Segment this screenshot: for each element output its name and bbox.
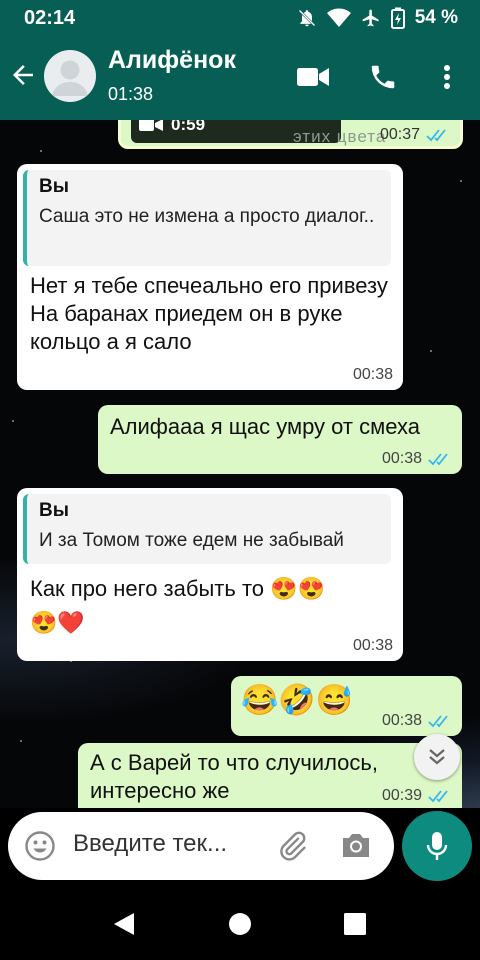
back-button[interactable]: [8, 60, 42, 94]
emoji-icon: [25, 831, 55, 861]
contact-name[interactable]: Алифёнок: [108, 46, 236, 75]
message-time: 00:38: [381, 450, 422, 467]
chat-messages[interactable]: 0:59 этих цвета 00:37 Вы Саша это не изм…: [0, 120, 480, 808]
message-time: 00:38: [381, 712, 422, 729]
message-bubble-outgoing[interactable]: Алифааа я щас умру от смеха 00:38: [98, 405, 462, 474]
avatar-placeholder-icon: [52, 60, 88, 96]
video-call-button[interactable]: [296, 62, 330, 96]
message-text: Нет я тебе спечеально его привезу На бар…: [30, 273, 388, 354]
double-chevron-down-icon: [429, 749, 445, 765]
message-bubble-outgoing[interactable]: А с Варей то что случилось, интересно же…: [78, 743, 462, 808]
status-bar: 02:14 54 %: [0, 0, 480, 38]
emoji-button[interactable]: [24, 830, 56, 866]
quote-text: И за Томом тоже едем не забывай: [39, 530, 344, 551]
message-meta: 00:38: [353, 366, 393, 384]
video-icon: [139, 120, 163, 138]
mute-bell-icon: [297, 8, 317, 28]
message-time: 00:37: [379, 126, 420, 143]
status-icons: 54 %: [297, 7, 458, 29]
read-ticks-icon: [428, 714, 452, 728]
message-meta: 00:39: [382, 787, 452, 805]
status-time: 02:14: [24, 7, 76, 29]
mic-icon: [426, 832, 448, 860]
nav-back-button[interactable]: [112, 912, 136, 940]
back-arrow-icon: [8, 65, 38, 94]
quoted-message[interactable]: Вы И за Томом тоже едем не забывай: [23, 494, 391, 564]
nav-recents-button[interactable]: [344, 913, 366, 939]
message-time: 00:38: [352, 637, 393, 654]
scroll-to-bottom-button[interactable]: [414, 734, 460, 780]
message-bubble-incoming[interactable]: Вы И за Томом тоже едем не забывай Как п…: [17, 488, 403, 661]
message-bubble-outgoing[interactable]: 😂🤣😅 00:38: [231, 676, 462, 736]
nav-recents-icon: [344, 913, 366, 935]
message-bubble-outgoing[interactable]: 0:59 этих цвета 00:37: [118, 120, 463, 149]
wifi-icon: [326, 8, 351, 28]
more-vert-icon: [444, 65, 450, 89]
message-time: 00:39: [381, 787, 422, 804]
camera-button[interactable]: [340, 830, 372, 864]
message-meta: 00:37: [380, 126, 450, 144]
battery-percent: 54 %: [414, 7, 458, 28]
voice-record-button[interactable]: [402, 811, 472, 881]
voice-call-button[interactable]: [368, 62, 398, 96]
camera-icon: [343, 834, 369, 857]
contact-last-seen: 01:38: [108, 84, 154, 104]
video-call-icon: [297, 68, 329, 86]
airplane-icon: [361, 8, 381, 28]
quote-text: Саша это не измена а просто диалог..: [39, 206, 375, 227]
attach-icon: [280, 831, 306, 861]
message-meta: 00:38: [353, 637, 393, 655]
message-text: Как про него забыть то 😍😍 😍❤️: [30, 576, 325, 635]
read-ticks-icon: [426, 128, 450, 142]
nav-home-button[interactable]: [229, 913, 251, 939]
read-ticks-icon: [428, 452, 452, 466]
caption-fragment: этих цвета: [293, 127, 387, 146]
voice-duration: 0:59: [171, 120, 206, 134]
chat-header: Алифёнок 01:38: [0, 38, 480, 120]
more-options-button[interactable]: [437, 62, 457, 96]
message-text: Алифааа я щас умру от смеха: [110, 414, 420, 439]
voice-call-icon: [371, 65, 395, 89]
quoted-message[interactable]: Вы Саша это не измена а просто диалог..: [23, 170, 391, 266]
read-ticks-icon: [428, 789, 452, 803]
message-input-bar: Введите тек...: [8, 812, 394, 880]
battery-charging-icon: [390, 7, 405, 29]
attach-button[interactable]: [276, 830, 308, 866]
quote-author: Вы: [39, 176, 69, 197]
quote-author: Вы: [39, 500, 69, 521]
message-meta: 00:38: [382, 712, 452, 730]
nav-back-icon: [114, 913, 134, 935]
message-bubble-incoming[interactable]: Вы Саша это не измена а просто диалог.. …: [17, 164, 403, 390]
message-meta: 00:38: [382, 450, 452, 468]
system-nav-bar: [0, 888, 480, 960]
nav-home-icon: [229, 913, 251, 935]
message-time: 00:38: [352, 366, 393, 383]
contact-avatar[interactable]: [44, 50, 96, 102]
message-input[interactable]: Введите тек...: [73, 830, 227, 858]
